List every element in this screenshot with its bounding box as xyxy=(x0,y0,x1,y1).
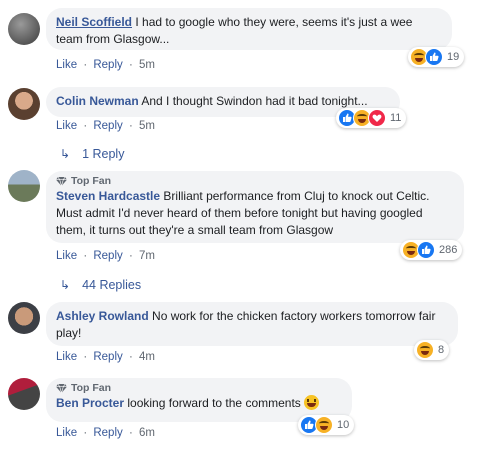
separator: · xyxy=(128,59,133,71)
timestamp[interactable]: 5m xyxy=(139,59,155,71)
comment-actions: Like · Reply · 4m xyxy=(56,351,155,363)
reply-link[interactable]: Reply xyxy=(93,250,122,262)
author-name[interactable]: Neil Scoffield xyxy=(56,15,132,29)
comment-text: looking forward to the comments xyxy=(127,396,301,410)
timestamp[interactable]: 5m xyxy=(139,120,155,132)
comment-actions: Like · Reply · 7m xyxy=(56,250,155,262)
reaction-summary[interactable]: 10 xyxy=(298,415,355,435)
replies-count[interactable]: 1 Reply xyxy=(82,147,124,161)
avatar[interactable] xyxy=(8,378,40,410)
author-name[interactable]: Steven Hardcastle xyxy=(56,189,160,203)
like-link[interactable]: Like xyxy=(56,120,77,132)
top-fan-badge: Top Fan xyxy=(56,382,342,395)
author-name[interactable]: Colin Newman xyxy=(56,94,139,108)
comment-actions: Like · Reply · 6m xyxy=(56,427,155,439)
reply-link[interactable]: Reply xyxy=(93,351,122,363)
reaction-count: 19 xyxy=(447,51,460,63)
separator: · xyxy=(128,250,133,262)
comment-text: And I thought Swindon had it bad tonight… xyxy=(141,94,368,108)
diamond-icon xyxy=(56,384,67,393)
comment-actions: Like · Reply · 5m xyxy=(56,120,155,132)
view-replies-link[interactable]: ↳ 44 Replies xyxy=(60,278,141,292)
comment-bubble: Neil Scoffield I had to google who they … xyxy=(46,8,452,50)
like-link[interactable]: Like xyxy=(56,427,77,439)
reaction-count: 11 xyxy=(390,112,402,124)
top-fan-badge: Top Fan xyxy=(56,175,454,188)
avatar[interactable] xyxy=(8,13,40,45)
reaction-summary[interactable]: 19 xyxy=(408,47,465,67)
haha-icon xyxy=(416,341,434,359)
separator: · xyxy=(128,351,133,363)
reply-arrow-icon: ↳ xyxy=(60,147,71,161)
timestamp[interactable]: 7m xyxy=(139,250,155,262)
like-link[interactable]: Like xyxy=(56,59,77,71)
reaction-summary[interactable]: 8 xyxy=(414,340,450,360)
top-fan-label: Top Fan xyxy=(71,175,112,187)
top-fan-label: Top Fan xyxy=(71,382,112,394)
like-icon xyxy=(417,241,435,259)
comment-bubble: Ashley Rowland No work for the chicken f… xyxy=(46,302,458,346)
separator: · xyxy=(83,351,88,363)
love-icon xyxy=(368,109,386,127)
like-link[interactable]: Like xyxy=(56,351,77,363)
separator: · xyxy=(83,427,88,439)
reaction-count: 8 xyxy=(438,344,445,356)
author-name[interactable]: Ashley Rowland xyxy=(56,309,149,323)
diamond-icon xyxy=(56,177,67,186)
separator: · xyxy=(83,59,88,71)
timestamp[interactable]: 6m xyxy=(139,427,155,439)
replies-count[interactable]: 44 Replies xyxy=(82,278,141,292)
reply-link[interactable]: Reply xyxy=(93,120,122,132)
author-name[interactable]: Ben Procter xyxy=(56,396,124,410)
reply-link[interactable]: Reply xyxy=(93,59,122,71)
reaction-summary[interactable]: 286 xyxy=(400,240,463,260)
reply-link[interactable]: Reply xyxy=(93,427,122,439)
reaction-count: 286 xyxy=(439,244,458,256)
haha-icon xyxy=(315,416,333,434)
reaction-summary[interactable]: 11 xyxy=(336,108,407,128)
separator: · xyxy=(128,120,133,132)
like-icon xyxy=(425,48,443,66)
smiley-emoji-icon xyxy=(304,395,320,410)
avatar[interactable] xyxy=(8,170,40,202)
reply-arrow-icon: ↳ xyxy=(60,278,71,292)
reaction-count: 10 xyxy=(337,419,350,431)
comment-actions: Like · Reply · 5m xyxy=(56,59,155,71)
avatar[interactable] xyxy=(8,302,40,334)
comment-bubble: Top Fan Steven Hardcastle Brilliant perf… xyxy=(46,171,464,243)
avatar[interactable] xyxy=(8,88,40,120)
separator: · xyxy=(83,120,88,132)
separator: · xyxy=(83,250,88,262)
view-replies-link[interactable]: ↳ 1 Reply xyxy=(60,147,124,161)
timestamp[interactable]: 4m xyxy=(139,351,155,363)
like-link[interactable]: Like xyxy=(56,250,77,262)
separator: · xyxy=(128,427,133,439)
